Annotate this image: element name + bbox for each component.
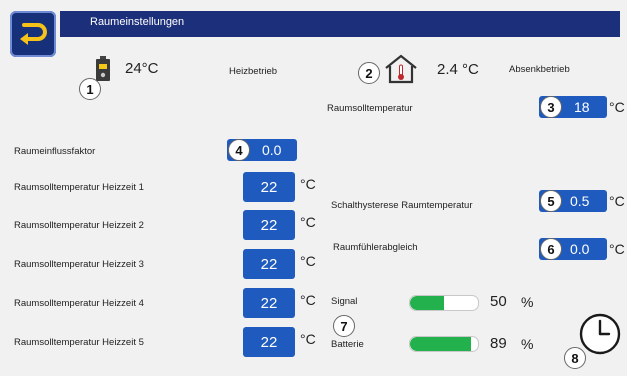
batterie-bar-fill (410, 337, 471, 351)
batterie-bar (409, 336, 479, 352)
raumeinflussfaktor-field[interactable]: 4 0.0 (227, 139, 297, 161)
signal-value: 50 (490, 293, 507, 310)
badge-5: 5 (540, 190, 562, 212)
heizzeit-5-field[interactable]: 22 (243, 327, 295, 357)
raumsolltemperatur-field[interactable]: 3 18 (539, 96, 607, 118)
signal-label: Signal (331, 296, 358, 307)
raumfuehlerabgleich-field[interactable]: 6 0.0 (539, 238, 607, 260)
badge-1: 1 (79, 78, 101, 100)
badge-2: 2 (358, 62, 380, 84)
setback-mode-label: Absenkbetrieb (509, 64, 570, 75)
heizzeit-5-label: Raumsolltemperatur Heizzeit 5 (14, 337, 144, 348)
raumsolltemperatur-label: Raumsolltemperatur (327, 103, 413, 114)
heizzeit-3-field[interactable]: 22 (243, 249, 295, 279)
batterie-unit: % (521, 336, 534, 352)
heizzeit-3-unit: °C (300, 253, 316, 269)
house-thermometer-icon (383, 54, 419, 89)
outdoor-temperature: 2.4 °C (437, 61, 479, 78)
heizzeit-3-label: Raumsolltemperatur Heizzeit 3 (14, 259, 144, 270)
raumfuehlerabgleich-label: Raumfühlerabgleich (333, 242, 418, 253)
page-title: Raumeinstellungen (90, 16, 185, 28)
signal-unit: % (521, 294, 534, 310)
header-bar: Raumeinstellungen (60, 11, 620, 37)
schalthysterese-field[interactable]: 5 0.5 (539, 190, 607, 212)
heizzeit-2-field[interactable]: 22 (243, 210, 295, 240)
raumsolltemperatur-value: 18 (574, 99, 590, 115)
room-temperature: 24°C (125, 60, 159, 77)
heizzeit-1-label: Raumsolltemperatur Heizzeit 1 (14, 182, 144, 193)
raumfuehlerabgleich-unit: °C (609, 241, 625, 257)
heizzeit-4-label: Raumsolltemperatur Heizzeit 4 (14, 298, 144, 309)
raumeinflussfaktor-label: Raumeinflussfaktor (14, 146, 96, 157)
badge-8: 8 (564, 347, 586, 369)
back-arrow-icon (20, 23, 47, 45)
heizzeit-4-unit: °C (300, 292, 316, 308)
badge-6: 6 (540, 238, 562, 260)
schalthysterese-value: 0.5 (570, 193, 590, 209)
heizzeit-5-unit: °C (300, 331, 316, 347)
raumfuehlerabgleich-value: 0.0 (570, 241, 590, 257)
signal-bar-fill (410, 296, 444, 310)
heating-mode-label: Heizbetrieb (229, 66, 278, 77)
badge-7: 7 (333, 315, 355, 337)
badge-3: 3 (540, 96, 562, 118)
batterie-label: Batterie (331, 339, 364, 350)
batterie-value: 89 (490, 335, 507, 352)
raumeinflussfaktor-value: 0.0 (262, 142, 282, 158)
heizzeit-2-unit: °C (300, 214, 316, 230)
badge-4: 4 (228, 139, 250, 161)
signal-bar (409, 295, 479, 311)
raumsolltemperatur-unit: °C (609, 99, 625, 115)
schalthysterese-label: Schalthysterese Raumtemperatur (331, 200, 473, 211)
schalthysterese-unit: °C (609, 193, 625, 209)
back-button[interactable] (10, 11, 56, 57)
heizzeit-1-unit: °C (300, 176, 316, 192)
heizzeit-1-field[interactable]: 22 (243, 172, 295, 202)
heizzeit-4-field[interactable]: 22 (243, 288, 295, 318)
heizzeit-2-label: Raumsolltemperatur Heizzeit 2 (14, 220, 144, 231)
